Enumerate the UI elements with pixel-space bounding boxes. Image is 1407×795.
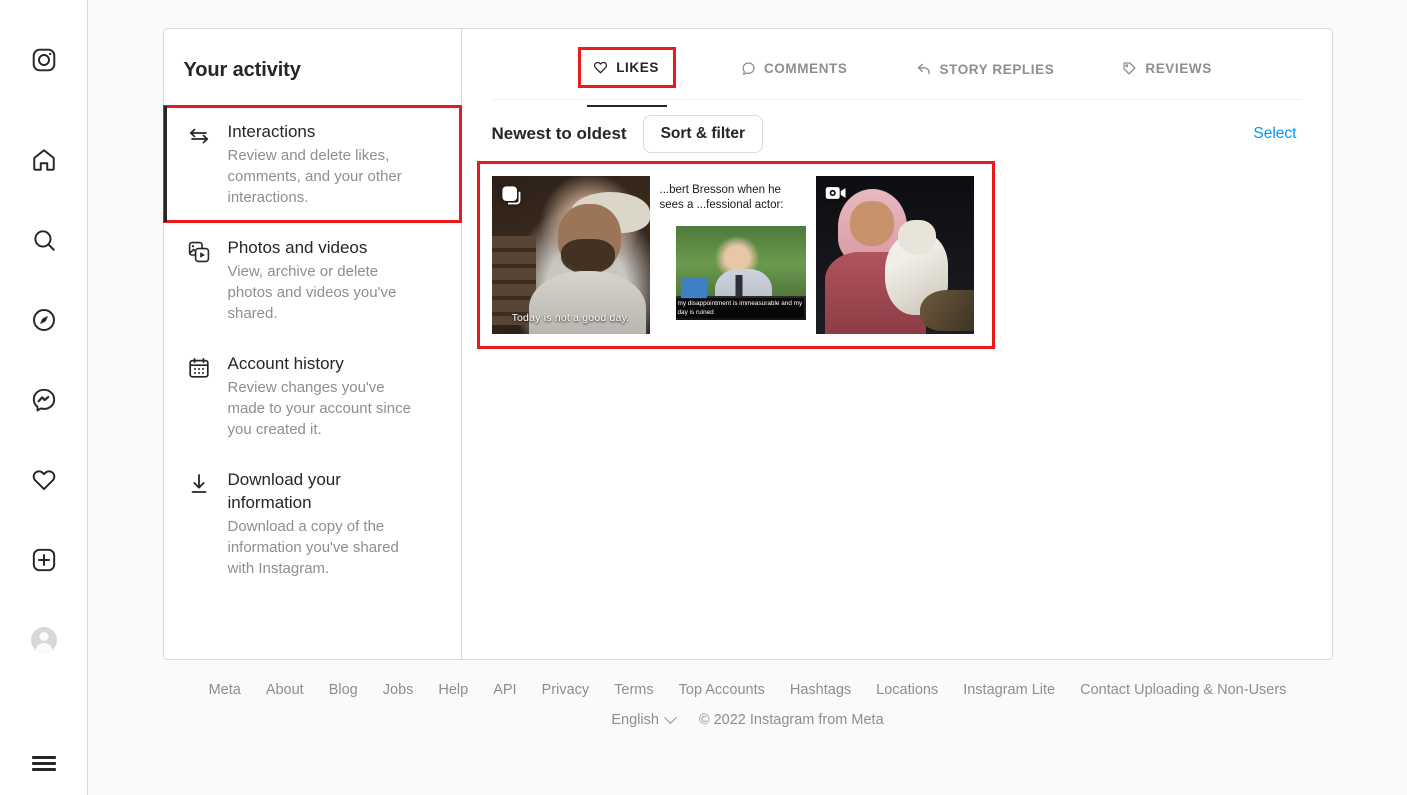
meme-photo: my disappointment is immeasurable and my… — [676, 226, 806, 320]
activity-card: Your activity Interactions Review and de… — [163, 28, 1333, 660]
footer-link-contact-uploading[interactable]: Contact Uploading & Non-Users — [1080, 682, 1286, 698]
select-link[interactable]: Select — [1253, 125, 1301, 143]
chevron-down-icon — [664, 711, 677, 724]
foreground-arm — [920, 290, 974, 331]
sort-controls: Newest to oldest Sort & filter Select — [462, 100, 1332, 153]
sidebar-item-account-history[interactable]: Account history Review changes you've ma… — [164, 338, 461, 454]
footer-bottom-row: English © 2022 Instagram from Meta — [611, 712, 883, 728]
reply-arrow-icon — [916, 61, 932, 77]
activity-main-panel: LIKES COMMENTS — [462, 29, 1332, 659]
tab-label: LIKES — [616, 60, 659, 75]
footer-link-hashtags[interactable]: Hashtags — [790, 682, 851, 698]
activity-tabs: LIKES COMMENTS — [492, 29, 1302, 100]
hamburger-menu-icon[interactable] — [22, 741, 66, 785]
activity-menu: Interactions Review and delete likes, co… — [164, 106, 461, 593]
instagram-logo-icon[interactable] — [22, 38, 66, 82]
footer-link-terms[interactable]: Terms — [614, 682, 653, 698]
messenger-icon[interactable] — [22, 378, 66, 422]
sidebar-item-description: Review changes you've made to your accou… — [228, 377, 420, 440]
sidebar-item-text: Download your information Download a cop… — [228, 468, 420, 579]
avatar — [31, 627, 57, 653]
tag-icon — [1122, 61, 1137, 76]
language-label: English — [611, 712, 659, 728]
search-icon[interactable] — [22, 218, 66, 262]
package-object — [681, 277, 707, 300]
explore-compass-icon[interactable] — [22, 298, 66, 342]
sidebar-item-title: Interactions — [228, 120, 418, 143]
footer-links-row: Meta About Blog Jobs Help API Privacy Te… — [196, 682, 1299, 698]
sidebar-item-title: Account history — [228, 352, 418, 375]
liked-post-thumbnail-1[interactable]: Today is not a good day. — [492, 176, 650, 334]
subject-shirt — [529, 271, 646, 334]
subject-beard — [561, 239, 615, 274]
liked-post-thumbnail-2[interactable]: ...bert Bresson when he sees a ...fessio… — [654, 176, 812, 334]
tab-label: STORY REPLIES — [940, 62, 1055, 77]
thumbnail-caption: Today is not a good day. — [492, 312, 650, 324]
photos-videos-icon — [186, 236, 212, 324]
calendar-icon — [186, 352, 212, 440]
instagram-your-activity-page: Your activity Interactions Review and de… — [0, 0, 1407, 795]
sidebar-item-interactions[interactable]: Interactions Review and delete likes, co… — [164, 106, 461, 222]
sidebar-item-text: Interactions Review and delete likes, co… — [228, 120, 420, 208]
sidebar-item-description: View, archive or delete photos and video… — [228, 261, 420, 324]
sidebar-item-title: Photos and videos — [228, 236, 418, 259]
sidebar-item-description: Review and delete likes, comments, and y… — [228, 145, 420, 208]
cat-head — [898, 220, 936, 255]
download-icon — [186, 468, 212, 579]
liked-post-thumbnail-3[interactable] — [816, 176, 974, 334]
footer-link-api[interactable]: API — [493, 682, 516, 698]
footer-link-meta[interactable]: Meta — [209, 682, 241, 698]
footer-link-locations[interactable]: Locations — [876, 682, 938, 698]
heart-icon[interactable] — [22, 458, 66, 502]
sidebar-item-text: Account history Review changes you've ma… — [228, 352, 420, 440]
plus-square-icon[interactable] — [22, 538, 66, 582]
burger-line — [32, 762, 56, 765]
copyright-text: © 2022 Instagram from Meta — [699, 712, 884, 728]
page-title: Your activity — [164, 29, 461, 106]
comment-bubble-icon — [741, 61, 756, 76]
footer-link-help[interactable]: Help — [438, 682, 468, 698]
sidebar-item-text: Photos and videos View, archive or delet… — [228, 236, 420, 324]
activity-sidebar: Your activity Interactions Review and de… — [164, 29, 462, 659]
burger-line — [32, 768, 56, 771]
language-selector[interactable]: English — [611, 712, 675, 728]
profile-avatar-icon[interactable] — [22, 618, 66, 662]
footer-link-top-accounts[interactable]: Top Accounts — [679, 682, 765, 698]
footer-link-blog[interactable]: Blog — [329, 682, 358, 698]
tab-likes[interactable]: LIKES — [581, 50, 673, 85]
left-navigation-sidebar — [0, 0, 88, 795]
sidebar-item-photos-and-videos[interactable]: Photos and videos View, archive or delet… — [164, 222, 461, 338]
footer-link-jobs[interactable]: Jobs — [383, 682, 414, 698]
interactions-arrows-icon — [186, 120, 212, 208]
meme-text: ...bert Bresson when he sees a ...fessio… — [660, 183, 808, 213]
liked-posts-grid: Today is not a good day. ...bert Bresson… — [480, 164, 992, 346]
tab-story-replies[interactable]: STORY REPLIES — [916, 51, 1055, 99]
tab-comments[interactable]: COMMENTS — [741, 51, 848, 98]
sidebar-item-download-your-information[interactable]: Download your information Download a cop… — [164, 454, 461, 593]
tab-label: COMMENTS — [764, 61, 848, 76]
reels-video-icon — [825, 185, 847, 206]
sidebar-item-title: Download your information — [228, 468, 418, 514]
page-content: Your activity Interactions Review and de… — [88, 0, 1407, 795]
sort-order-label: Newest to oldest — [492, 124, 627, 144]
tab-reviews[interactable]: REVIEWS — [1122, 51, 1211, 98]
tab-label: REVIEWS — [1145, 61, 1211, 76]
page-footer: Meta About Blog Jobs Help API Privacy Te… — [163, 682, 1333, 728]
heart-outline-icon — [593, 60, 608, 75]
carousel-icon — [501, 185, 523, 212]
footer-link-privacy[interactable]: Privacy — [542, 682, 590, 698]
sort-and-filter-button[interactable]: Sort & filter — [643, 115, 763, 153]
footer-link-instagram-lite[interactable]: Instagram Lite — [963, 682, 1055, 698]
burger-line — [32, 756, 56, 759]
footer-link-about[interactable]: About — [266, 682, 304, 698]
sidebar-item-description: Download a copy of the information you'v… — [228, 516, 420, 579]
meme-subtitle: my disappointment is immeasurable and my… — [676, 298, 805, 318]
home-icon[interactable] — [22, 138, 66, 182]
subject-face — [850, 201, 894, 245]
